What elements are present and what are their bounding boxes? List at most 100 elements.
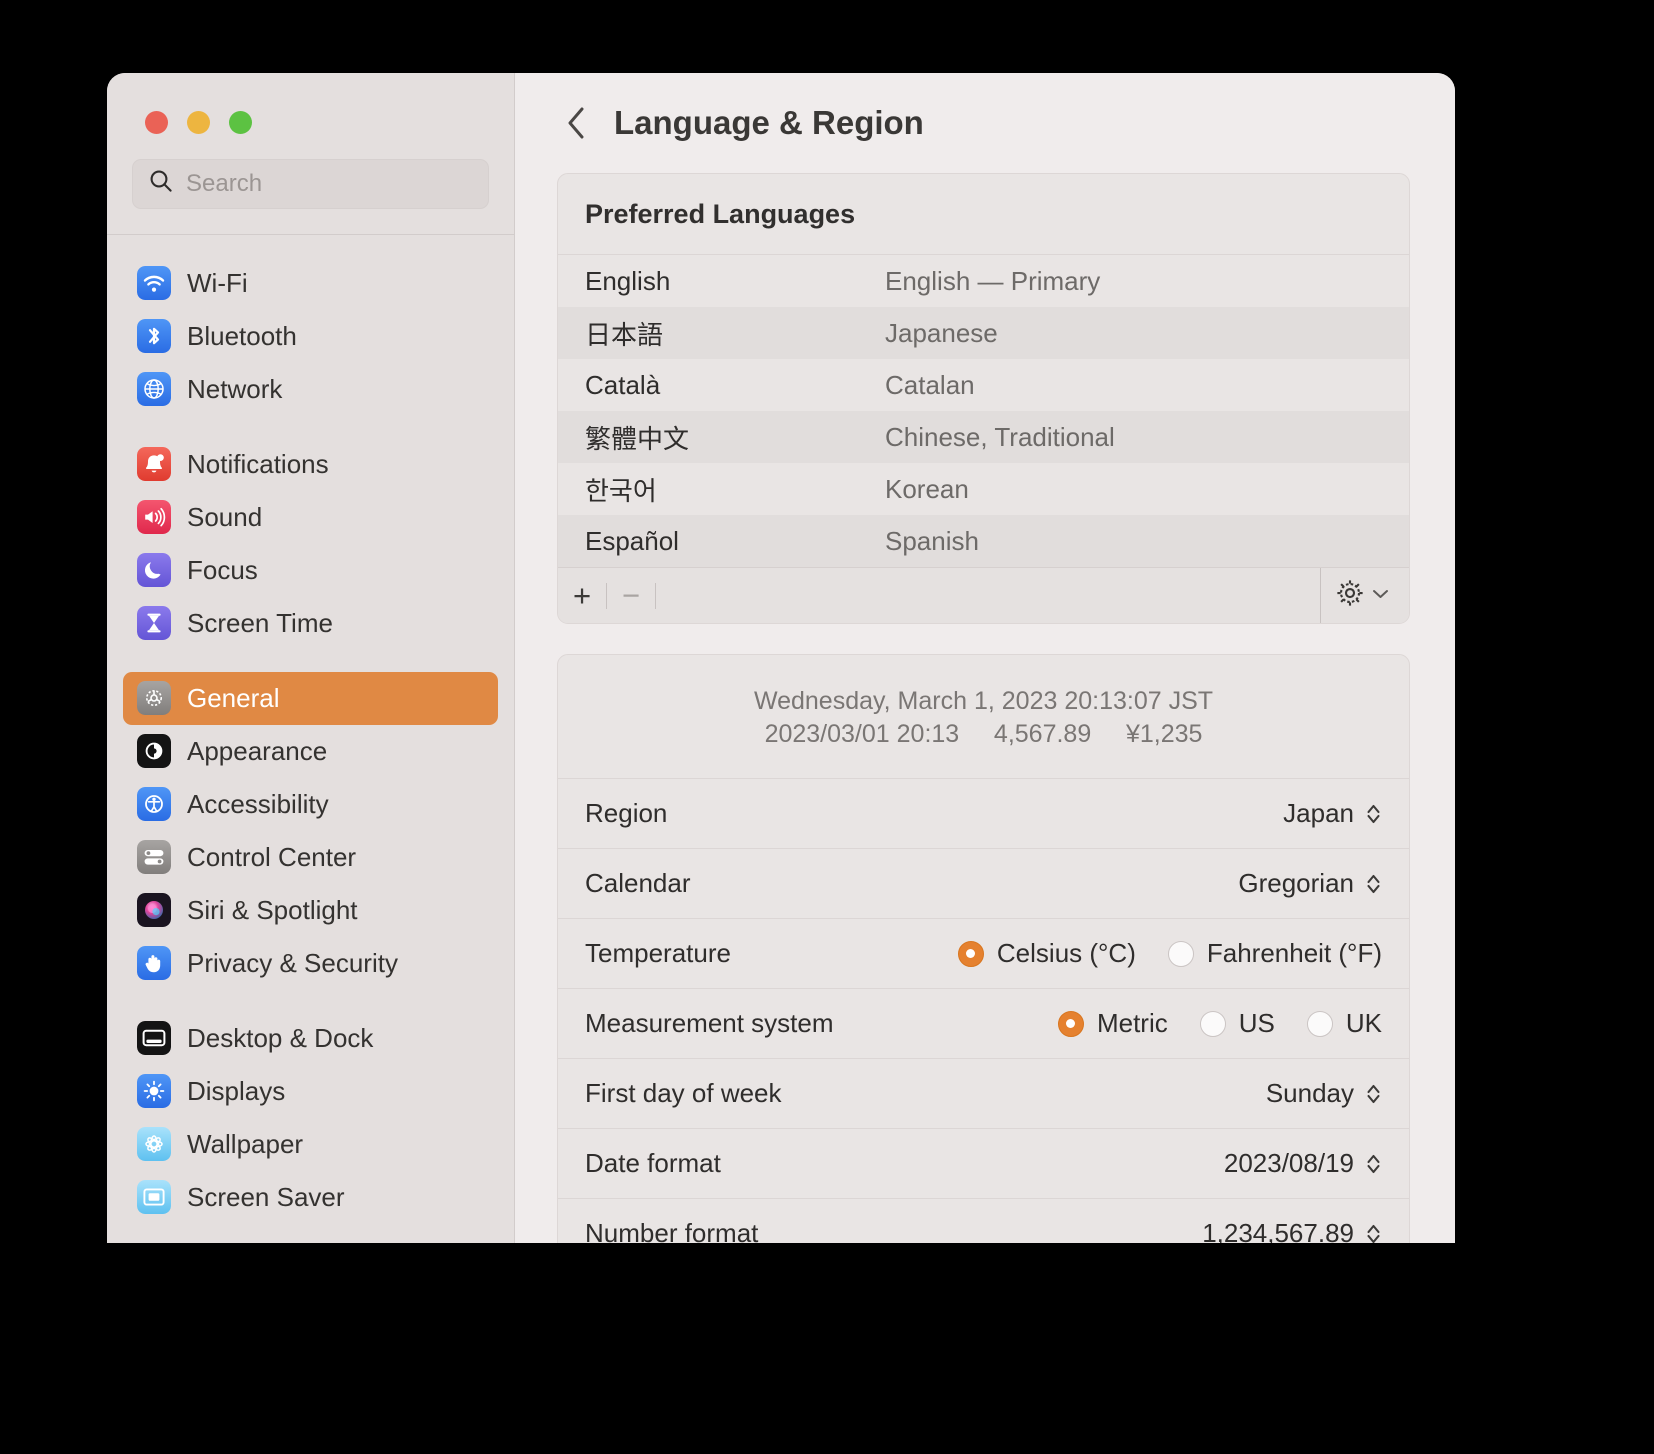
language-english-name: English — Primary [885,266,1100,297]
accessibility-icon [137,787,171,821]
language-row[interactable]: CatalàCatalan [558,359,1409,411]
sidebar-item-privacy-security[interactable]: Privacy & Security [123,937,498,990]
screen-saver-icon [137,1180,171,1214]
language-row[interactable]: EnglishEnglish — Primary [558,255,1409,307]
sidebar-item-sound[interactable]: Sound [123,491,498,544]
sidebar-item-notifications[interactable]: Notifications [123,438,498,491]
detail-pane: Language & Region Preferred Languages En… [515,73,1455,1243]
add-language-button[interactable]: + [558,568,606,623]
language-english-name: Spanish [885,526,979,557]
control-center-icon [137,840,171,874]
language-row[interactable]: 한국어Korean [558,463,1409,515]
sidebar: Wi-FiBluetooth Network NotificationsSound F… [107,73,515,1243]
popup-button-calendar[interactable]: Gregorian [1238,868,1382,899]
toolbar-separator-2 [655,583,656,609]
radio-option-uk[interactable]: UK [1307,1008,1382,1039]
languages-list: EnglishEnglish — Primary日本語JapaneseCatal… [558,255,1409,567]
setting-label: Calendar [585,868,1238,899]
radio-button[interactable] [1200,1011,1226,1037]
setting-label: Region [585,798,1283,829]
wallpaper-icon [137,1127,171,1161]
popup-button-first-day-of-week[interactable]: Sunday [1266,1078,1382,1109]
setting-label: Measurement system [585,1008,1058,1039]
language-native-name: Español [585,526,885,557]
stepper-icon[interactable] [1365,801,1382,827]
setting-label: Date format [585,1148,1224,1179]
stepper-icon[interactable] [1365,1221,1382,1244]
format-preview: Wednesday, March 1, 2023 20:13:07 JST 20… [558,655,1409,779]
sidebar-item-wi-fi[interactable]: Wi-Fi [123,257,498,310]
setting-row-region: RegionJapan [558,779,1409,849]
system-settings-window: Wi-FiBluetooth Network NotificationsSound F… [107,73,1455,1243]
sidebar-item-control-center[interactable]: Control Center [123,831,498,884]
zoom-button[interactable] [229,111,252,134]
sidebar-item-accessibility[interactable]: Accessibility [123,778,498,831]
search-box[interactable] [132,159,489,209]
sidebar-item-label: Control Center [187,842,356,873]
popup-value: Sunday [1266,1078,1354,1109]
sidebar-item-bluetooth[interactable]: Bluetooth [123,310,498,363]
stepper-icon[interactable] [1365,1151,1382,1177]
language-row[interactable]: 日本語Japanese [558,307,1409,359]
gear-icon [137,681,171,715]
setting-row-temperature: TemperatureCelsius (°C)Fahrenheit (°F) [558,919,1409,989]
chevron-down-icon [1372,587,1389,605]
sidebar-item-siri-spotlight[interactable]: Siri & Spotlight [123,884,498,937]
sidebar-item-wallpaper[interactable]: Wallpaper [123,1118,498,1171]
radio-label: Fahrenheit (°F) [1207,938,1382,969]
appearance-icon [137,734,171,768]
language-native-name: 繁體中文 [585,419,885,456]
popup-button-region[interactable]: Japan [1283,798,1382,829]
setting-label: First day of week [585,1078,1266,1109]
language-options-button[interactable] [1320,568,1389,623]
search-container [107,159,514,234]
language-row[interactable]: 繁體中文Chinese, Traditional [558,411,1409,463]
radio-option-metric[interactable]: Metric [1058,1008,1168,1039]
language-english-name: Chinese, Traditional [885,422,1115,453]
speaker-icon [137,500,171,534]
sidebar-item-screen-saver[interactable]: Screen Saver [123,1171,498,1224]
radio-option-fahrenheit-f[interactable]: Fahrenheit (°F) [1168,938,1382,969]
bluetooth-icon [137,319,171,353]
popup-button-number-format[interactable]: 1,234,567.89 [1202,1218,1382,1243]
sidebar-item-general[interactable]: General [123,672,498,725]
sidebar-group-3: Desktop & DockDisplaysWallpaperScreen Sa… [123,1012,498,1224]
preview-line-2: 2023/03/01 20:13 4,567.89 ¥1,235 [558,718,1409,751]
chevron-left-icon [566,106,586,140]
languages-toolbar: + − [558,567,1409,623]
sidebar-item-label: Focus [187,555,258,586]
remove-language-button[interactable]: − [607,568,655,623]
sidebar-item-focus[interactable]: Focus [123,544,498,597]
sidebar-item-label: Accessibility [187,789,329,820]
setting-row-first-day-of-week: First day of weekSunday [558,1059,1409,1129]
sidebar-item-network[interactable]: Network [123,363,498,416]
radio-button[interactable] [1168,941,1194,967]
sidebar-item-label: Network [187,374,282,405]
card-header: Preferred Languages [558,174,1409,255]
sidebar-item-appearance[interactable]: Appearance [123,725,498,778]
radio-button[interactable] [958,941,984,967]
hourglass-icon [137,606,171,640]
close-button[interactable] [145,111,168,134]
popup-button-date-format[interactable]: 2023/08/19 [1224,1148,1382,1179]
back-button[interactable] [566,106,586,140]
sidebar-item-label: General [187,683,280,714]
radio-option-us[interactable]: US [1200,1008,1275,1039]
radio-button[interactable] [1058,1011,1084,1037]
radio-label: UK [1346,1008,1382,1039]
language-row[interactable]: EspañolSpanish [558,515,1409,567]
language-native-name: 日本語 [585,315,885,352]
radio-group-measurement-system: Metric US UK [1058,1008,1382,1039]
radio-button[interactable] [1307,1011,1333,1037]
radio-label: Celsius (°C) [997,938,1136,969]
popup-value: Gregorian [1238,868,1354,899]
sidebar-item-displays[interactable]: Displays [123,1065,498,1118]
sidebar-item-screen-time[interactable]: Screen Time [123,597,498,650]
minimize-button[interactable] [187,111,210,134]
stepper-icon[interactable] [1365,1081,1382,1107]
sidebar-item-desktop-dock[interactable]: Desktop & Dock [123,1012,498,1065]
search-icon [148,168,174,199]
search-input[interactable] [186,170,473,198]
stepper-icon[interactable] [1365,871,1382,897]
radio-option-celsius-c[interactable]: Celsius (°C) [958,938,1136,969]
